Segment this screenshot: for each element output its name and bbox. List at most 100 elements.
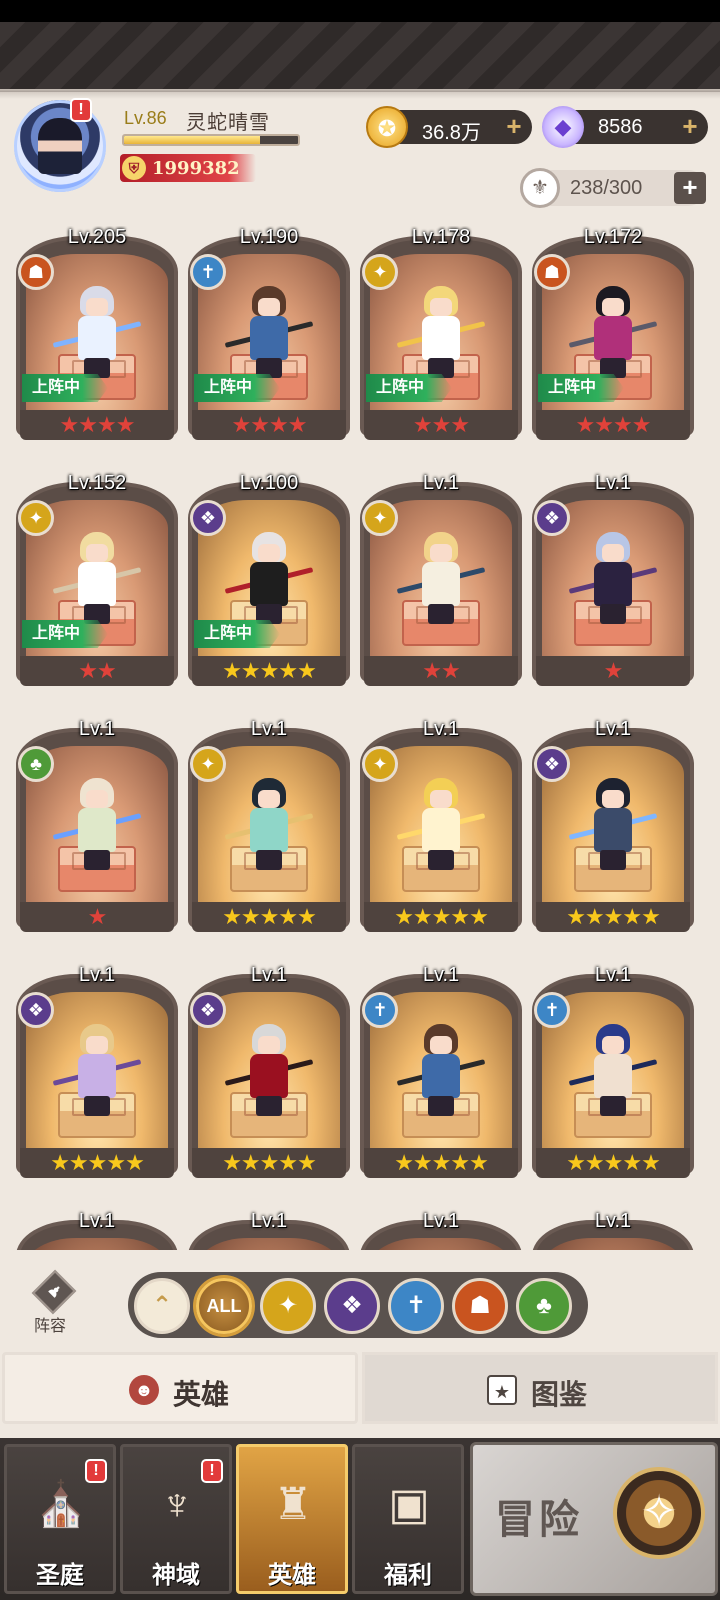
hero-card[interactable]: Lv.1 ❖ ★ <box>532 472 694 704</box>
adventure-button[interactable]: 冒险 ✧ <box>470 1442 718 1596</box>
hero-subtabs: ☻ 英雄 ★ 图鉴 <box>0 1352 720 1432</box>
nav-divine-realm[interactable]: ♆ ! 神域 <box>120 1444 232 1594</box>
add-gold-button[interactable]: + <box>502 113 526 139</box>
shadow-faction-icon: ❖ <box>534 746 570 782</box>
hero-card[interactable]: Lv.1 ✝ ★★★★★ <box>360 964 522 1196</box>
hero-body <box>422 808 460 852</box>
player-avatar[interactable]: ! <box>14 98 106 192</box>
ice-faction-icon: ✝ <box>362 992 398 1028</box>
filter-all-button[interactable]: ALL <box>196 1278 252 1334</box>
hero-body <box>422 562 460 606</box>
hero-card[interactable]: Lv.172 ☗ 上阵中 ★★★★ <box>532 226 694 458</box>
hero-star-rating: ★★★★★ <box>192 902 346 932</box>
hero-body <box>78 1054 116 1098</box>
hero-sprite <box>568 778 658 874</box>
lineup-label: 阵容 <box>34 1318 67 1335</box>
deployed-tag: 上阵中 <box>194 374 280 402</box>
faction-filter-track: ⌃ ALL ✦ ❖ ✝ ☗ ♣ <box>128 1272 588 1338</box>
hero-body <box>250 1054 288 1098</box>
hero-face <box>602 790 624 808</box>
add-capacity-button[interactable]: + <box>674 172 706 204</box>
hero-level: Lv.1 <box>250 964 288 986</box>
gold-coin-icon: ✪ <box>366 106 408 148</box>
filter-nature-icon[interactable]: ♣ <box>516 1278 572 1334</box>
hero-face <box>258 544 280 562</box>
adventure-label: 冒险 <box>495 1498 583 1542</box>
hero-card[interactable]: Lv.1 ✝ ★★★★★ <box>532 964 694 1196</box>
hero-sprite <box>396 286 486 382</box>
hero-card[interactable]: Lv.1 <box>532 1210 694 1250</box>
hero-card[interactable]: Lv.1 ✦ ★★★★★ <box>360 718 522 950</box>
hero-card[interactable]: Lv.1 <box>360 1210 522 1250</box>
hero-sprite <box>52 532 142 628</box>
filter-ice-icon[interactable]: ✝ <box>388 1278 444 1334</box>
filter-shadow-icon[interactable]: ❖ <box>324 1278 380 1334</box>
nature-faction-icon: ♣ <box>18 746 54 782</box>
hero-card[interactable]: Lv.1 ♣ ★ <box>16 718 178 950</box>
divine-realm-icon: ♆ <box>160 1480 194 1529</box>
hero-legs <box>428 850 454 870</box>
hero-card[interactable]: Lv.100 ❖ 上阵中 ★★★★★ <box>188 472 350 704</box>
hero-body <box>78 316 116 360</box>
combat-power-icon: ⛨ <box>122 156 146 180</box>
hero-legs <box>428 604 454 624</box>
holy-faction-icon: ✦ <box>18 500 54 536</box>
hero-card[interactable]: Lv.190 ✝ 上阵中 ★★★★ <box>188 226 350 458</box>
hero-card[interactable]: Lv.152 ✦ 上阵中 ★★ <box>16 472 178 704</box>
gold-value: 36.8万 <box>422 122 481 144</box>
deployed-tag: 上阵中 <box>22 620 108 648</box>
treasure-chest-icon: ▣ <box>388 1480 430 1529</box>
hero-sprite <box>568 1024 658 1120</box>
hero-legs <box>256 1096 282 1116</box>
hero-card[interactable]: Lv.1 <box>16 1210 178 1250</box>
filter-holy-icon[interactable]: ✦ <box>260 1278 316 1334</box>
hero-legs <box>600 1096 626 1116</box>
exp-bar-fill <box>124 136 260 144</box>
nav-sanctum[interactable]: ⛪ ! 圣庭 <box>4 1444 116 1594</box>
hero-star-rating: ★ <box>20 902 174 932</box>
hero-level: Lv.1 <box>78 1210 116 1232</box>
hero-level: Lv.100 <box>239 472 299 494</box>
hero-star-rating: ★★★★ <box>536 410 690 440</box>
shadow-faction-icon: ❖ <box>190 500 226 536</box>
hero-star-rating: ★★ <box>364 656 518 686</box>
hero-level: Lv.1 <box>78 718 116 740</box>
hero-card[interactable]: Lv.205 ☗ 上阵中 ★★★★ <box>16 226 178 458</box>
hero-body <box>594 316 632 360</box>
hero-face <box>258 790 280 808</box>
hero-face <box>430 1036 452 1054</box>
hero-card[interactable]: Lv.1 ❖ ★★★★★ <box>16 964 178 1196</box>
gem-counter: ◆ 8586 + <box>542 106 708 148</box>
filter-fire-icon[interactable]: ☗ <box>452 1278 508 1334</box>
hero-legs <box>84 1096 110 1116</box>
hero-star-rating: ★★★★★ <box>192 1148 346 1178</box>
tab-codex[interactable]: ★ 图鉴 <box>362 1352 718 1424</box>
hero-card[interactable]: Lv.1 ❖ ★★★★★ <box>532 718 694 950</box>
hero-sprite <box>224 286 314 382</box>
hero-grid: Lv.205 ☗ 上阵中 ★★★★ Lv.190 ✝ 上阵中 ★★★★ Lv.178 ✦ 上阵中 ★★… <box>0 226 720 1250</box>
hero-card[interactable]: Lv.1 ✦ ★★ <box>360 472 522 704</box>
hero-face <box>602 544 624 562</box>
shadow-faction-icon: ❖ <box>534 500 570 536</box>
combat-power-value: 1999382 <box>152 158 240 179</box>
hero-body <box>594 1054 632 1098</box>
hero-card[interactable]: Lv.1 ❖ ★★★★★ <box>188 964 350 1196</box>
deployed-tag: 上阵中 <box>366 374 452 402</box>
status-bar <box>0 0 720 22</box>
hero-legs <box>600 850 626 870</box>
nav-welfare[interactable]: ▣ 福利 <box>352 1444 464 1594</box>
hero-card[interactable]: Lv.1 <box>188 1210 350 1250</box>
tab-heroes[interactable]: ☻ 英雄 <box>2 1352 358 1424</box>
nav-heroes[interactable]: ♜ 英雄 <box>236 1444 348 1594</box>
hero-level: Lv.1 <box>250 718 288 740</box>
collapse-filter-button[interactable]: ⌃ <box>134 1278 190 1334</box>
hero-card[interactable]: Lv.1 ✦ ★★★★★ <box>188 718 350 950</box>
hero-capacity-counter: ⚜ 238/300 + <box>520 168 706 208</box>
add-gem-button[interactable]: + <box>678 113 702 139</box>
lineup-button[interactable]: ♟ 阵容 <box>20 1269 90 1335</box>
nav-sanctum-label: 圣庭 <box>36 1562 84 1589</box>
nav-heroes-label: 英雄 <box>268 1562 316 1589</box>
hero-card[interactable]: Lv.178 ✦ 上阵中 ★★★ <box>360 226 522 458</box>
hero-level: Lv.1 <box>422 964 460 986</box>
holy-faction-icon: ✦ <box>362 500 398 536</box>
